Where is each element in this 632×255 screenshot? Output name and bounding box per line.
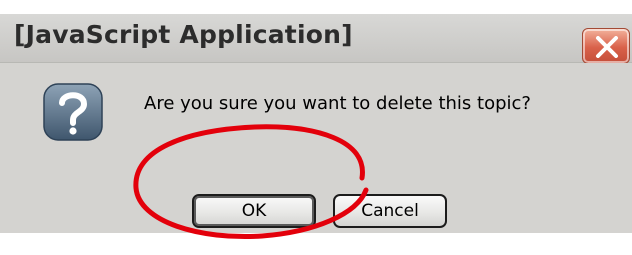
window-title: [JavaScript Application] — [14, 20, 353, 49]
dialog-body: Are you sure you want to delete this top… — [0, 63, 632, 255]
confirm-message: Are you sure you want to delete this top… — [144, 93, 531, 114]
title-bar[interactable]: [JavaScript Application] — [0, 14, 632, 64]
cancel-button[interactable]: Cancel — [333, 194, 447, 228]
ok-button[interactable]: OK — [192, 194, 316, 228]
close-x-icon — [596, 36, 618, 58]
question-mark-icon — [43, 83, 103, 141]
confirm-dialog: [JavaScript Application] Are you sure yo… — [0, 0, 632, 255]
close-button[interactable] — [582, 28, 630, 64]
